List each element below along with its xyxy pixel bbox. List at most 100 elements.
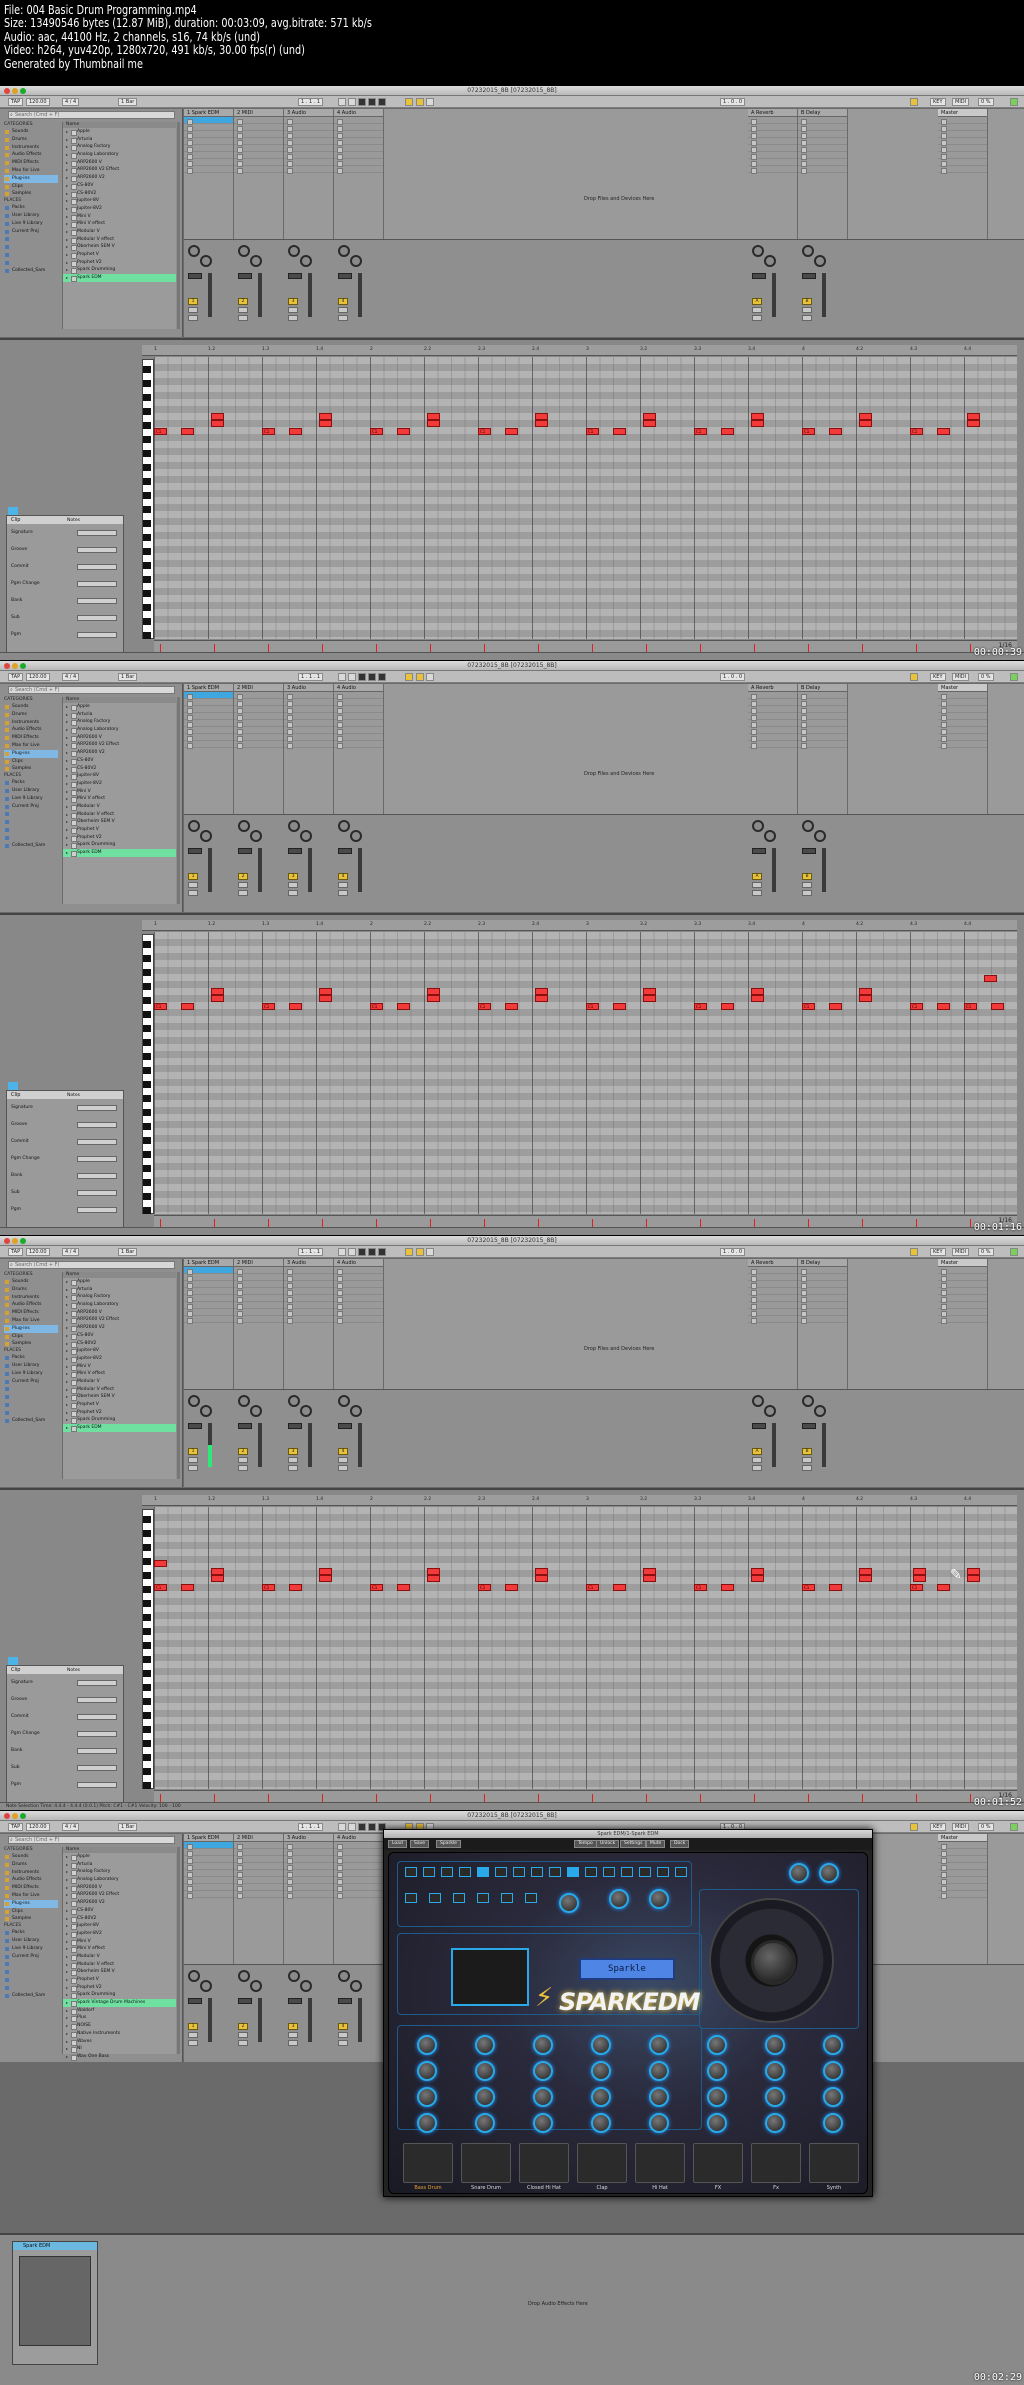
send-b-knob[interactable] [200,1405,212,1417]
place-item[interactable]: Collected_Sam [4,1992,58,2000]
midi-note[interactable] [535,1575,548,1582]
clip-slot[interactable] [798,1302,847,1310]
clip-slot[interactable] [234,159,283,167]
clip-slot[interactable] [798,1288,847,1296]
solo-button[interactable] [802,307,812,313]
place-item[interactable]: Live 9 Library [4,220,58,228]
clip-slot[interactable] [938,131,987,139]
key-map-button[interactable]: KEY [930,1248,946,1256]
browser-item[interactable]: Prophet V2 [63,834,176,842]
clip-field-value[interactable] [77,1731,117,1737]
clip-slot[interactable] [284,1274,333,1282]
place-item[interactable]: Current Proj [4,228,58,236]
clip-slot[interactable] [748,1316,797,1324]
black-key[interactable] [143,955,151,962]
arm-button[interactable] [338,2040,348,2046]
place-item[interactable]: Packs [4,1354,58,1362]
arm-button[interactable] [338,1465,348,1471]
midi-map-button[interactable]: MIDI [952,673,970,681]
clip-slot[interactable] [334,138,383,146]
browser-item[interactable]: Modular V effect [63,1961,176,1969]
place-item[interactable]: User Library [4,1362,58,1370]
clip-slot[interactable] [334,1309,383,1317]
clip-slot[interactable] [938,145,987,153]
volume-field[interactable] [188,1998,202,2004]
send-b-knob[interactable] [250,1405,262,1417]
clip-field-value[interactable] [77,564,117,570]
clip-slot[interactable] [284,720,333,728]
browser-item[interactable]: Apple [63,1853,176,1861]
black-key[interactable] [143,1011,151,1018]
clip-field-value[interactable] [77,1190,117,1196]
browser-item[interactable]: ARP2600 V [63,1884,176,1892]
track-activator-button[interactable]: 3 [288,1448,298,1455]
place-item[interactable] [4,243,58,251]
browser-item[interactable]: ARP2600 V2 Effect [63,1891,176,1900]
clip-slot[interactable] [334,741,383,749]
send-a-knob[interactable] [288,1970,300,1982]
midi-note[interactable] [859,1568,872,1575]
clip-slot[interactable] [748,166,797,174]
black-key[interactable] [143,450,151,457]
track-title[interactable]: 1 Spark EDM [184,684,233,692]
drum-pad[interactable] [403,2143,453,2183]
midi-note[interactable] [721,1003,734,1010]
overdub-icon[interactable] [368,1248,376,1256]
volume-field[interactable] [288,848,302,854]
clip-slot[interactable] [334,1281,383,1289]
browser-item[interactable]: ARP2600 V2 [63,1899,176,1907]
device-thumbnail[interactable] [19,2256,91,2346]
black-key[interactable] [143,506,151,513]
clip-field-value[interactable] [77,1156,117,1162]
midi-map-button[interactable]: MIDI [952,98,970,106]
clip-slot-filled[interactable] [184,692,233,700]
browser-item[interactable]: Spark EDM [63,849,176,857]
clip-slot[interactable] [234,117,283,125]
clip-slot[interactable] [938,1288,987,1296]
solo-button[interactable] [752,1457,762,1463]
track-title[interactable]: Master [938,1259,987,1267]
place-item[interactable] [4,1984,58,1992]
clip-slot[interactable] [798,1281,847,1289]
track-activator-button[interactable]: 1 [188,2023,198,2030]
clip-slot[interactable] [798,1316,847,1324]
volume-field[interactable] [338,273,352,279]
solo-button[interactable] [802,882,812,888]
browser-item[interactable]: Arturia [63,1286,176,1294]
send-b-knob[interactable] [200,1980,212,1992]
send-b-knob[interactable] [764,255,776,267]
send-b-knob[interactable] [764,830,776,842]
clip-slot[interactable] [748,727,797,735]
arm-button[interactable] [188,315,198,321]
clip-slot[interactable] [938,692,987,700]
clip-slot[interactable] [748,117,797,125]
browser-item[interactable]: Analog Factory [63,1868,176,1877]
clip-slot[interactable] [748,138,797,146]
midi-note[interactable] [721,428,734,435]
midi-note[interactable] [859,413,872,420]
place-item[interactable] [4,1401,58,1409]
tap-button[interactable]: TAP [8,1823,24,1831]
clip-slot[interactable] [938,159,987,167]
place-item[interactable] [4,1393,58,1401]
track-title[interactable]: 2 MIDI [234,684,283,692]
category-item[interactable]: Max for Live [4,742,58,750]
midi-note[interactable] [913,1568,926,1575]
tempo-field[interactable]: 120.00 [26,1248,50,1256]
place-item[interactable] [4,1385,58,1393]
parameter-knob[interactable] [609,1889,629,1909]
clip-slot[interactable] [334,1877,383,1885]
clip-slot[interactable] [334,1884,383,1892]
place-item[interactable]: Packs [4,779,58,787]
place-item[interactable]: Current Proj [4,1378,58,1386]
category-item[interactable]: Instruments [4,1294,58,1302]
black-key[interactable] [143,1165,151,1172]
clip-slot[interactable] [234,145,283,153]
browser-item[interactable]: Spark EDM [63,1424,176,1432]
browser-search-input[interactable]: ⌕ Search (Cmd + F) [8,686,175,694]
clip-slot[interactable] [938,1849,987,1857]
black-key[interactable] [143,394,151,401]
browser-item[interactable]: Mini V [63,788,176,796]
midi-note[interactable] [751,1575,764,1582]
arm-button[interactable] [238,1465,248,1471]
